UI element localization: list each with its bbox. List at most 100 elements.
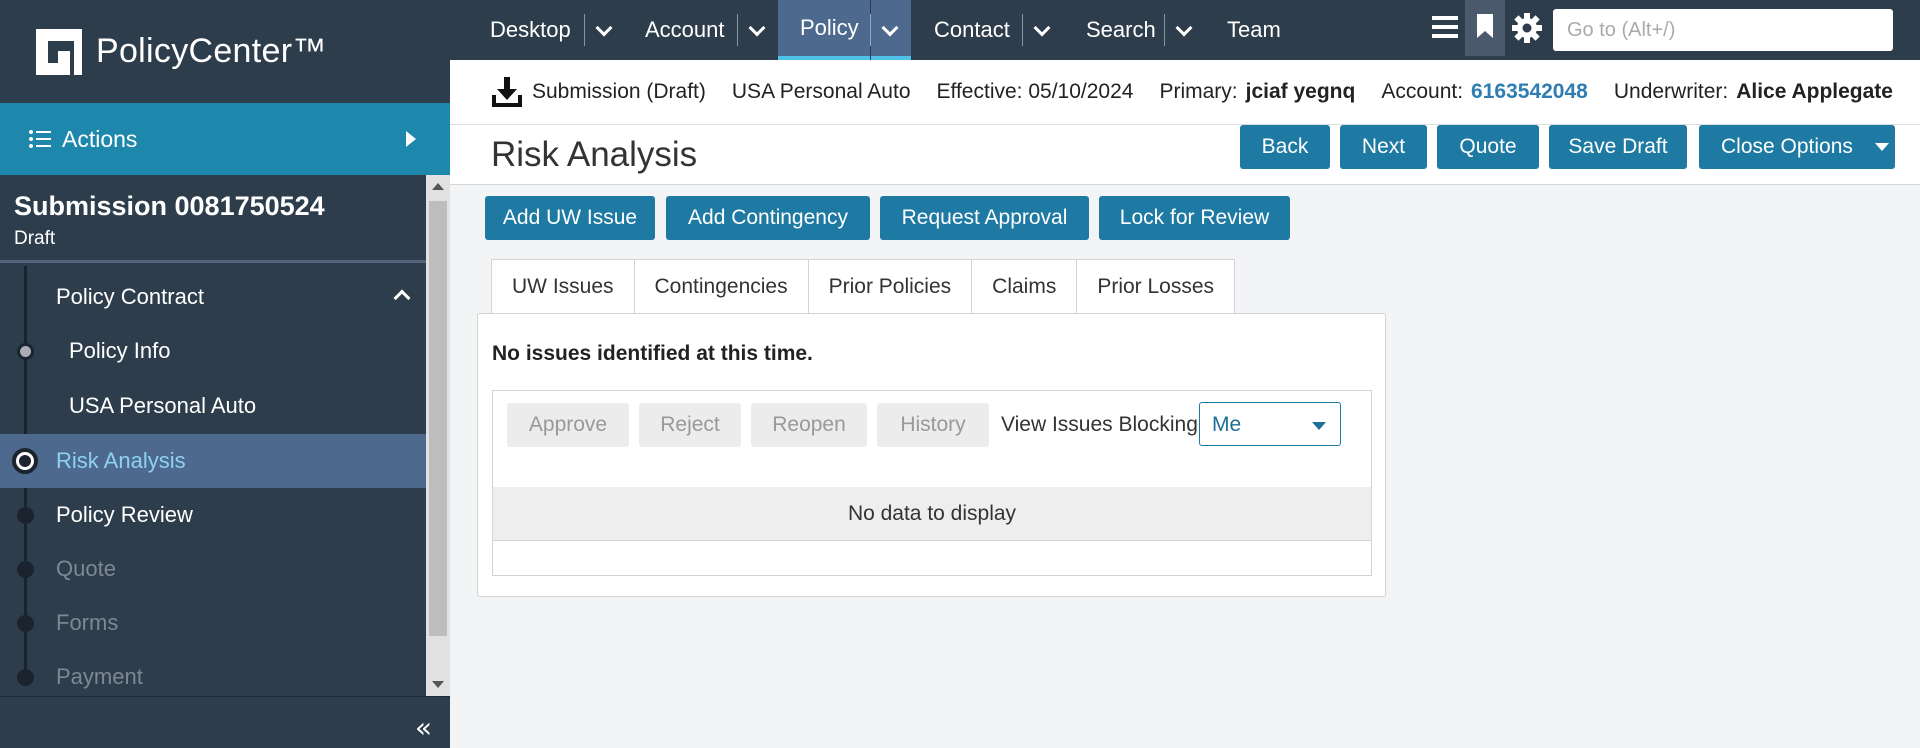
desktop-dropdown-icon[interactable] <box>585 0 621 60</box>
lock-for-review-button[interactable]: Lock for Review <box>1099 196 1290 240</box>
nav-item-policy-info[interactable]: Policy Info <box>0 324 426 378</box>
nav-tab-policy[interactable]: Policy <box>778 0 870 60</box>
nav-tab-label: Contact <box>934 17 1010 42</box>
chevron-right-icon <box>406 131 416 147</box>
reopen-button[interactable]: Reopen <box>751 403 867 447</box>
nav-label: Policy Contract <box>56 284 204 309</box>
approve-button[interactable]: Approve <box>507 403 629 447</box>
close-options-label: Close Options <box>1721 135 1853 158</box>
account-number-link[interactable]: 6163542048 <box>1471 80 1588 104</box>
nav-label: Risk Analysis <box>56 448 186 473</box>
nav-label: Forms <box>56 610 119 635</box>
account-dropdown-icon[interactable] <box>738 0 774 60</box>
effective-date: Effective: 05/10/2024 <box>936 80 1134 103</box>
tab-claims[interactable]: Claims <box>972 259 1078 314</box>
submission-title: Submission 0081750524 <box>14 191 325 221</box>
info-bar: Submission (Draft) USA Personal Auto Eff… <box>450 60 1920 125</box>
risk-analysis-tabs: UW Issues Contingencies Prior Policies C… <box>491 259 1236 314</box>
nav-label: USA Personal Auto <box>69 393 257 418</box>
scroll-down-icon[interactable] <box>432 681 444 688</box>
page-header: Risk Analysis Back Next Quote Save Draft… <box>450 125 1920 185</box>
actions-menu[interactable]: Actions <box>0 103 450 175</box>
app-logo[interactable]: PolicyCenter™ <box>0 0 450 103</box>
tab-prior-losses[interactable]: Prior Losses <box>1077 259 1236 314</box>
nav-item-usa-personal-auto[interactable]: USA Personal Auto <box>0 379 426 433</box>
empty-message: No issues identified at this time. <box>492 342 813 365</box>
primary-insured: jciaf yegnq <box>1245 80 1356 103</box>
nav-tab-label: Account <box>645 17 725 42</box>
menu-icon[interactable] <box>1432 16 1458 40</box>
save-draft-button[interactable]: Save Draft <box>1549 125 1687 169</box>
product-name: USA Personal Auto <box>731 80 911 103</box>
nav-item-risk-analysis[interactable]: Risk Analysis <box>0 434 426 488</box>
nav-item-forms: Forms <box>0 596 426 650</box>
submission-header: Submission 0081750524 Draft <box>0 175 426 263</box>
step-done-icon <box>17 342 34 360</box>
no-data-row: No data to display <box>493 487 1371 541</box>
tab-uw-issues[interactable]: UW Issues <box>491 259 635 314</box>
nav-label: Payment <box>56 664 143 689</box>
nav-label: Policy Review <box>56 502 193 527</box>
sidebar: PolicyCenter™ Actions Submission 0081750… <box>0 0 450 748</box>
scroll-up-icon[interactable] <box>432 183 444 190</box>
add-uw-issue-button[interactable]: Add UW Issue <box>485 196 655 240</box>
reject-button[interactable]: Reject <box>639 403 741 447</box>
scrollbar-thumb[interactable] <box>429 201 447 636</box>
actions-label: Actions <box>62 125 138 152</box>
tab-prior-policies[interactable]: Prior Policies <box>808 259 973 314</box>
request-approval-button[interactable]: Request Approval <box>880 196 1089 240</box>
step-icon <box>17 560 34 578</box>
step-icon <box>17 668 34 686</box>
nav-tab-label: Policy <box>800 15 859 40</box>
nav-tab-team[interactable]: Team <box>1227 0 1281 60</box>
add-contingency-button[interactable]: Add Contingency <box>666 196 870 240</box>
caret-down-icon <box>1874 143 1889 151</box>
issues-list: Approve Reject Reopen History View Issue… <box>492 390 1372 576</box>
nav-group-policy-contract[interactable]: Policy Contract <box>0 270 426 324</box>
nav-item-quote: Quote <box>0 542 426 596</box>
submission-status: Draft <box>14 228 56 249</box>
bookmark-icon[interactable] <box>1465 0 1505 56</box>
goto-input[interactable] <box>1553 9 1893 51</box>
select-value: Me <box>1212 413 1242 436</box>
step-icon <box>17 614 34 632</box>
job-type: Submission (Draft) <box>532 80 706 103</box>
nav-tab-label: Search <box>1086 17 1156 42</box>
caret-down-icon <box>1312 422 1326 430</box>
nav-item-policy-review[interactable]: Policy Review <box>0 488 426 542</box>
underwriter-label: Underwriter: <box>1613 80 1729 103</box>
quote-button[interactable]: Quote <box>1437 125 1539 169</box>
search-dropdown-icon[interactable] <box>1165 0 1201 60</box>
view-issues-blocking-label: View Issues Blocking <box>1001 413 1198 436</box>
nav-label: Quote <box>56 556 116 581</box>
list-icon <box>29 130 51 148</box>
back-button[interactable]: Back <box>1240 125 1330 169</box>
nav-tab-search[interactable]: Search <box>1086 0 1156 60</box>
gear-icon[interactable] <box>1512 13 1542 43</box>
app-name: PolicyCenter™ <box>96 32 327 70</box>
wizard-nav: Policy Contract Policy Info USA Personal… <box>0 266 426 696</box>
sidebar-collapse: « <box>0 696 450 748</box>
page-title: Risk Analysis <box>491 135 698 174</box>
download-icon[interactable] <box>490 75 524 109</box>
policy-dropdown-icon[interactable] <box>871 0 911 60</box>
nav-tab-account[interactable]: Account <box>645 0 725 60</box>
close-options-button[interactable]: Close Options <box>1699 125 1895 169</box>
nav-tab-desktop[interactable]: Desktop <box>490 0 571 60</box>
account-label: Account: <box>1381 80 1464 103</box>
nav-tab-contact[interactable]: Contact <box>934 0 1010 60</box>
contact-dropdown-icon[interactable] <box>1023 0 1059 60</box>
uw-issues-panel: No issues identified at this time. Appro… <box>477 313 1386 597</box>
history-button[interactable]: History <box>877 403 989 447</box>
view-issues-blocking-select[interactable]: Me <box>1199 402 1341 446</box>
tab-contingencies[interactable]: Contingencies <box>634 259 809 314</box>
policycenter-logo-icon <box>36 28 82 75</box>
sidebar-scrollbar[interactable] <box>426 175 450 696</box>
chevron-up-icon <box>393 289 411 307</box>
top-navigation: Desktop Account Policy Contact Search Te… <box>450 0 1920 60</box>
step-current-icon <box>12 448 38 474</box>
underwriter-name: Alice Applegate <box>1736 80 1893 103</box>
nav-tab-label: Team <box>1227 17 1281 42</box>
next-button[interactable]: Next <box>1340 125 1427 169</box>
collapse-left-icon[interactable]: « <box>415 711 432 744</box>
